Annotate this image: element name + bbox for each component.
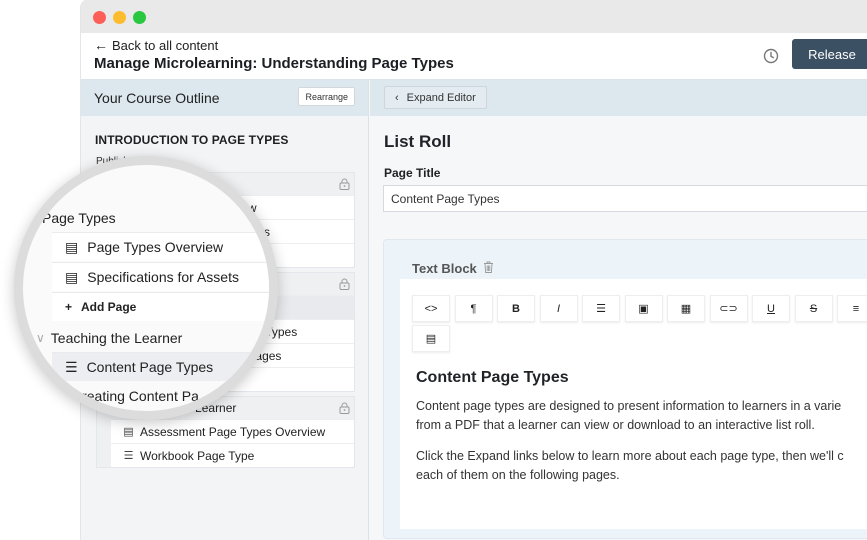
expand-editor-label: Expand Editor (406, 91, 476, 104)
minimize-window-button[interactable] (113, 11, 126, 24)
magnified-add-page: + Add Page (52, 292, 269, 321)
magnified-group-title: Teaching the Learner (50, 330, 183, 346)
page-header: ← Back to all content Manage Microlearni… (81, 33, 867, 80)
paragraph-line: from a PDF that a learner can view or do… (416, 418, 815, 432)
expand-editor-button[interactable]: ‹ Expand Editor (384, 86, 487, 109)
table-icon: ▦ (680, 303, 692, 315)
plus-icon: + (65, 300, 73, 314)
magnified-item-label: Content Page Types (86, 359, 214, 375)
magnified-page-item: ▤ Specifications for Assets (52, 262, 269, 291)
align-button[interactable]: ≡ (837, 295, 867, 322)
page-item-label: Workbook Page Type (140, 448, 255, 463)
code-button[interactable]: <> (412, 295, 450, 322)
magnified-partial-label: ed (44, 184, 59, 199)
image-button[interactable]: ▣ (624, 295, 663, 322)
text-block-header: Text Block (412, 261, 494, 276)
editor-header: ‹ Expand Editor (370, 80, 867, 116)
rearrange-button[interactable]: Rearrange (298, 87, 355, 106)
block-format-icon: ▤ (425, 333, 437, 345)
back-link-label: Back to all content (112, 37, 219, 53)
document-icon: ▤ (65, 268, 79, 285)
arrow-left-icon: ← (94, 37, 108, 53)
lock-icon[interactable] (339, 278, 350, 293)
clock-icon[interactable] (763, 48, 779, 69)
page-title-label: Page Title (384, 166, 441, 180)
block-format-button[interactable]: ▤ (412, 325, 450, 352)
rich-text-editor[interactable]: <> ¶ B I ☰ ▣ ▦ ⊂⊃ U S ≡ ▤ Content Page Types Conten… (400, 279, 867, 529)
lock-icon[interactable] (339, 178, 350, 193)
close-window-button[interactable] (93, 11, 106, 24)
sidebar-header: Your Course Outline Rearrange (81, 80, 368, 116)
paragraph-icon: ¶ (470, 302, 477, 315)
strikethrough-button[interactable]: S (794, 295, 833, 322)
magnified-item-label: Page Types Overview (87, 239, 224, 255)
underline-icon: U (767, 302, 775, 315)
code-icon: <> (424, 302, 438, 315)
section-title: INTRODUCTION TO PAGE TYPES (95, 133, 289, 147)
title-bar (81, 0, 867, 33)
magnified-item-label: Specifications for Assets (87, 269, 239, 285)
italic-icon: I (556, 302, 561, 315)
page-type-heading: List Roll (384, 132, 452, 151)
magnified-outline: ed Page Types ▤ Page Types Overview ▤ Spec… (23, 165, 269, 411)
magnified-group-header: Page Types (36, 210, 116, 226)
maximize-window-button[interactable] (133, 11, 146, 24)
text-block: Text Block <> ¶ B I ☰ ▣ ▦ ⊂⊃ U S ≡ ▤ Content Page T… (383, 239, 867, 539)
trash-icon[interactable] (483, 261, 494, 276)
list-icon: ☰ (65, 358, 78, 375)
bullet-list-icon: ☰ (596, 303, 606, 315)
image-icon: ▣ (638, 303, 649, 315)
chevron-down-icon: ∨ (36, 331, 45, 345)
document-icon: ▤ (65, 238, 79, 255)
sidebar-heading: Your Course Outline (94, 90, 220, 106)
document-icon: ▤ (123, 426, 134, 438)
underline-button[interactable]: U (752, 295, 790, 322)
outline-page-item[interactable]: ▤ Assessment Page Types Overview (111, 419, 354, 443)
page-title: Manage Microlearning: Understanding Page… (94, 55, 454, 72)
magnified-group-title: Page Types (42, 210, 116, 226)
back-link[interactable]: ← Back to all content (94, 37, 218, 53)
list-icon: ☰ (123, 450, 134, 462)
page-title-input[interactable] (383, 185, 867, 212)
bold-button[interactable]: B (497, 295, 535, 322)
outline-page-item[interactable]: ☰ Workbook Page Type (111, 443, 354, 467)
page-item-label: Assessment Page Types Overview (140, 424, 326, 439)
chevron-left-icon: ‹ (395, 91, 399, 104)
table-button[interactable]: ▦ (667, 295, 705, 322)
editor-panel: ‹ Expand Editor List Roll Page Title Tex… (370, 80, 867, 540)
bold-icon: B (512, 302, 520, 315)
release-button[interactable]: Release (792, 39, 867, 69)
strikethrough-icon: S (809, 302, 818, 315)
magnified-group-header: ∨ Teaching the Learner (36, 330, 182, 346)
paragraph-line: each of them on the following pages. (416, 468, 620, 482)
align-icon: ≡ (852, 302, 860, 315)
magnified-add-label: Add Page (81, 300, 137, 314)
italic-button[interactable]: I (539, 295, 578, 322)
magnified-selected-item: ☰ Content Page Types (52, 352, 269, 381)
magnifier-overlay: ed Page Types ▤ Page Types Overview ▤ Spec… (14, 156, 278, 420)
content-heading: Content Page Types (416, 369, 569, 386)
text-block-label: Text Block (412, 261, 477, 276)
paragraph-button[interactable]: ¶ (454, 295, 493, 322)
content-paragraph: Content page types are designed to prese… (416, 397, 867, 435)
paragraph-line: Click the Expand links below to learn mo… (416, 449, 844, 463)
content-paragraph: Click the Expand links below to learn mo… (416, 447, 867, 485)
link-button[interactable]: ⊂⊃ (709, 295, 748, 322)
magnified-page-item: ▤ Page Types Overview (52, 232, 269, 261)
link-icon: ⊂⊃ (719, 303, 738, 315)
magnified-partial-label: Creating Content Pa (72, 388, 199, 404)
paragraph-line: Content page types are designed to prese… (416, 399, 842, 413)
bullet-list-button[interactable]: ☰ (582, 295, 620, 322)
lock-icon[interactable] (339, 402, 350, 417)
